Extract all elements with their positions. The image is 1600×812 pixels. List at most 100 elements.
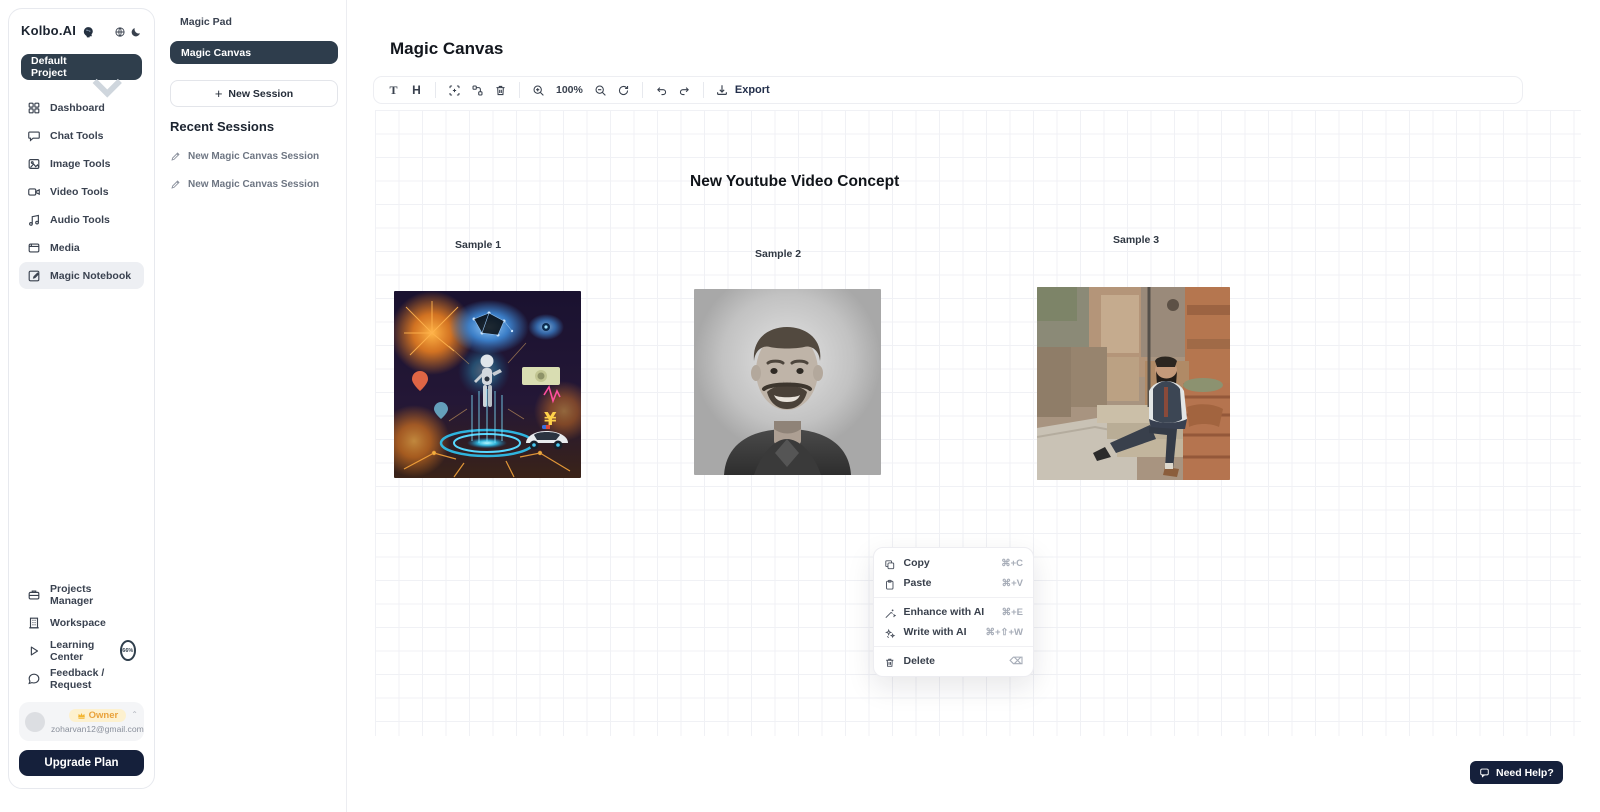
moon-icon[interactable]	[130, 25, 142, 37]
user-caret-icon: ⌃	[131, 710, 138, 719]
learning-progress-badge: 66%	[120, 640, 136, 661]
download-icon	[715, 83, 729, 97]
sidebar-item-label: Image Tools	[50, 158, 110, 170]
plus-icon: +	[215, 86, 223, 101]
tab-magic-canvas[interactable]: Magic Canvas	[170, 41, 338, 64]
sample-2-label[interactable]: Sample 2	[755, 248, 801, 260]
avatar	[25, 712, 45, 732]
paste-icon	[884, 577, 896, 589]
globe-icon[interactable]	[114, 25, 126, 37]
brain-logo-icon	[80, 24, 94, 38]
media-icon	[27, 241, 41, 255]
trash-icon	[884, 655, 896, 667]
context-menu-enhance-with-ai[interactable]: Enhance with AI ⌘+E	[874, 602, 1033, 622]
sidebar-item-dashboard[interactable]: Dashboard	[19, 94, 144, 121]
sidebar-item-image-tools[interactable]: Image Tools	[19, 150, 144, 177]
select-region-button[interactable]	[443, 79, 466, 101]
tab-magic-pad[interactable]: Magic Pad	[180, 16, 232, 28]
session-item[interactable]: New Magic Canvas Session	[170, 151, 319, 162]
heading-tool-button[interactable]: H	[405, 79, 428, 101]
sidebar-item-label: Video Tools	[50, 186, 109, 198]
sidebar-item-video-tools[interactable]: Video Tools	[19, 178, 144, 205]
copy-icon	[884, 557, 896, 569]
context-menu-divider	[874, 646, 1033, 647]
toolbar-divider	[519, 82, 520, 98]
context-menu: Copy ⌘+C Paste ⌘+V Enhance with AI ⌘+E W…	[873, 547, 1034, 677]
sidebar-nav: Dashboard Chat Tools Image Tools Video T…	[19, 94, 144, 289]
sidebar-item-projects-manager[interactable]: Projects Manager	[19, 581, 144, 608]
undo-button[interactable]	[650, 79, 673, 101]
need-help-button[interactable]: Need Help?	[1470, 761, 1563, 784]
logo-row: Kolbo.AI	[19, 23, 144, 38]
sidebar-item-label: Magic Notebook	[50, 270, 131, 282]
project-selector-label: Default Project	[31, 55, 82, 79]
sidebar-item-chat-tools[interactable]: Chat Tools	[19, 122, 144, 149]
redo-button[interactable]	[673, 79, 696, 101]
sample-1-label[interactable]: Sample 1	[455, 239, 501, 251]
sidebar-item-label: Audio Tools	[50, 214, 110, 226]
audio-icon	[27, 213, 41, 227]
toolbar-divider	[435, 82, 436, 98]
feedback-icon	[27, 672, 41, 686]
sample-image-3[interactable]	[1037, 287, 1230, 480]
sidebar-item-label: Learning Center	[50, 639, 109, 663]
zoom-in-button[interactable]	[527, 79, 550, 101]
dashboard-icon	[27, 101, 41, 115]
sample-3-label[interactable]: Sample 3	[1113, 234, 1159, 246]
wand-icon	[884, 606, 896, 618]
sidebar-item-label: Projects Manager	[50, 583, 136, 607]
user-email: zoharvan12@gmail.com	[51, 724, 144, 734]
sidebar-item-learning-center[interactable]: Learning Center 66%	[19, 637, 144, 664]
canvas-toolbar: T H 100% Export	[373, 76, 1523, 104]
page-title: Magic Canvas	[390, 39, 503, 59]
main-sidebar: Kolbo.AI Default Project Dashboard Chat …	[8, 8, 155, 789]
building-icon	[27, 616, 41, 630]
crown-icon	[77, 711, 86, 720]
session-item[interactable]: New Magic Canvas Session	[170, 179, 319, 190]
canvas-title-text[interactable]: New Youtube Video Concept	[690, 173, 899, 191]
recent-sessions-heading: Recent Sessions	[170, 119, 274, 134]
pencil-icon	[170, 151, 181, 162]
sidebar-item-audio-tools[interactable]: Audio Tools	[19, 206, 144, 233]
delete-tool-button[interactable]	[489, 79, 512, 101]
sidebar-item-magic-notebook[interactable]: Magic Notebook	[19, 262, 144, 289]
play-icon	[27, 644, 41, 658]
sidebar-item-label: Workspace	[50, 617, 106, 629]
chat-icon	[27, 129, 41, 143]
context-menu-delete[interactable]: Delete ⌫	[874, 651, 1033, 671]
sidebar-item-label: Dashboard	[50, 102, 105, 114]
workflow-tool-button[interactable]	[466, 79, 489, 101]
briefcase-icon	[27, 588, 41, 602]
sparkles-icon	[884, 626, 896, 638]
context-menu-write-with-ai[interactable]: Write with AI ⌘+⇧+W	[874, 622, 1033, 642]
context-menu-copy[interactable]: Copy ⌘+C	[874, 553, 1033, 573]
sessions-panel-content: Magic Pad Magic Canvas + New Session Rec…	[156, 0, 347, 812]
text-tool-button[interactable]: T	[382, 79, 405, 101]
help-chat-icon	[1479, 767, 1490, 778]
upgrade-plan-button[interactable]: Upgrade Plan	[19, 750, 144, 776]
brand-logo: Kolbo.AI	[21, 23, 76, 38]
sidebar-item-label: Media	[50, 242, 80, 254]
context-menu-paste[interactable]: Paste ⌘+V	[874, 573, 1033, 593]
sidebar-item-label: Feedback / Request	[50, 667, 136, 691]
new-session-button[interactable]: + New Session	[170, 80, 338, 107]
chevron-down-icon	[82, 62, 133, 73]
image-icon	[27, 157, 41, 171]
context-menu-divider	[874, 597, 1033, 598]
toolbar-divider	[642, 82, 643, 98]
toolbar-divider	[703, 82, 704, 98]
project-selector[interactable]: Default Project	[21, 54, 142, 80]
sidebar-item-workspace[interactable]: Workspace	[19, 609, 144, 636]
zoom-out-button[interactable]	[589, 79, 612, 101]
sample-image-2[interactable]	[694, 289, 881, 475]
sidebar-item-media[interactable]: Media	[19, 234, 144, 261]
user-account-card[interactable]: Owner zoharvan12@gmail.com ⌃	[19, 702, 144, 741]
sidebar-item-label: Chat Tools	[50, 130, 103, 142]
sidebar-footer-nav: Projects Manager Workspace Learning Cent…	[19, 581, 144, 692]
sample-image-1[interactable]: ¥	[394, 291, 581, 478]
notebook-icon	[27, 269, 41, 283]
sidebar-item-feedback[interactable]: Feedback / Request	[19, 665, 144, 692]
role-badge: Owner	[69, 709, 127, 722]
export-button[interactable]: Export	[711, 83, 774, 97]
reset-view-button[interactable]	[612, 79, 635, 101]
